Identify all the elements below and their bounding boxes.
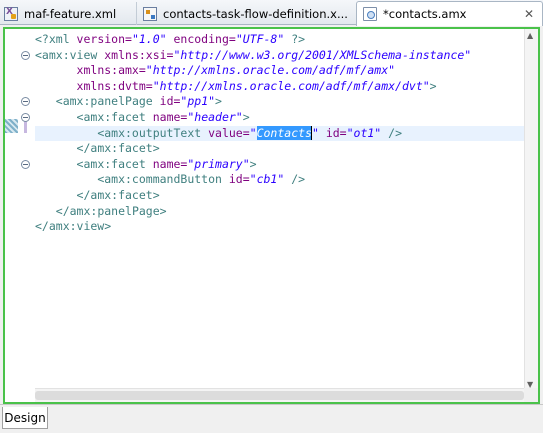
editor-mode-bar: Design [0,404,543,433]
tab-maf-feature[interactable]: maf-feature.xml [0,2,130,25]
code-line: <amx:facet name="primary"> [21,157,524,173]
code-line: <?xml version="1.0" encoding="UTF-8" ?> [35,32,306,46]
code-line: <amx:commandButton id="cb1" /> [97,172,306,187]
current-code-line: <amx:outputText value="Contacts" id="ot1… [35,125,524,142]
code-line: <amx:view xmlns:xsi="http://www.w3.org/2… [21,48,524,64]
tab-label: *contacts.amx [383,7,467,21]
editor-gutter [5,29,35,402]
tab-contacts-amx[interactable]: *contacts.amx ✕ [356,1,543,26]
fold-toggle-icon[interactable] [21,50,30,60]
source-editor[interactable]: <?xml version="1.0" encoding="UTF-8" ?> … [3,27,540,404]
scroll-up-icon[interactable]: ▲ [527,31,533,40]
code-area[interactable]: <?xml version="1.0" encoding="UTF-8" ?> … [21,32,524,235]
scrollbar-corner [524,388,538,402]
selected-text[interactable]: Contacts [256,125,312,140]
horizontal-scroll-thumb[interactable] [35,391,524,400]
task-flow-icon [143,6,157,21]
tab-label: contacts-task-flow-definition.x... [163,6,348,21]
code-line: <amx:facet name="header"> [21,110,524,126]
fold-toggle-icon[interactable] [21,159,30,169]
amx-file-icon [363,7,377,21]
tab-contacts-task-flow[interactable]: contacts-task-flow-definition.x... [136,2,350,25]
tab-design[interactable]: Design [2,407,48,429]
code-line: </amx:facet> [76,187,160,202]
close-tab-icon[interactable]: ✕ [524,7,534,21]
fold-toggle-icon[interactable] [21,112,30,122]
code-line: </amx:facet> [76,141,160,156]
code-line: </amx:view> [35,219,112,234]
code-line: <amx:panelPage id="pp1"> [21,94,524,110]
change-marker [5,119,18,133]
xml-file-icon [4,6,18,21]
editor-tab-bar: maf-feature.xml contacts-task-flow-defin… [0,0,543,26]
tab-label: maf-feature.xml [24,6,117,21]
vertical-scrollbar[interactable]: ▲ ▼ [524,29,538,391]
code-line: xmlns:dvtm="http://xmlns.oracle.com/adf/… [76,78,437,93]
code-line: </amx:panelPage> [55,203,167,218]
code-line: xmlns:amx="http://xmlns.oracle.com/adf/m… [76,63,396,78]
horizontal-scrollbar[interactable] [35,388,524,402]
